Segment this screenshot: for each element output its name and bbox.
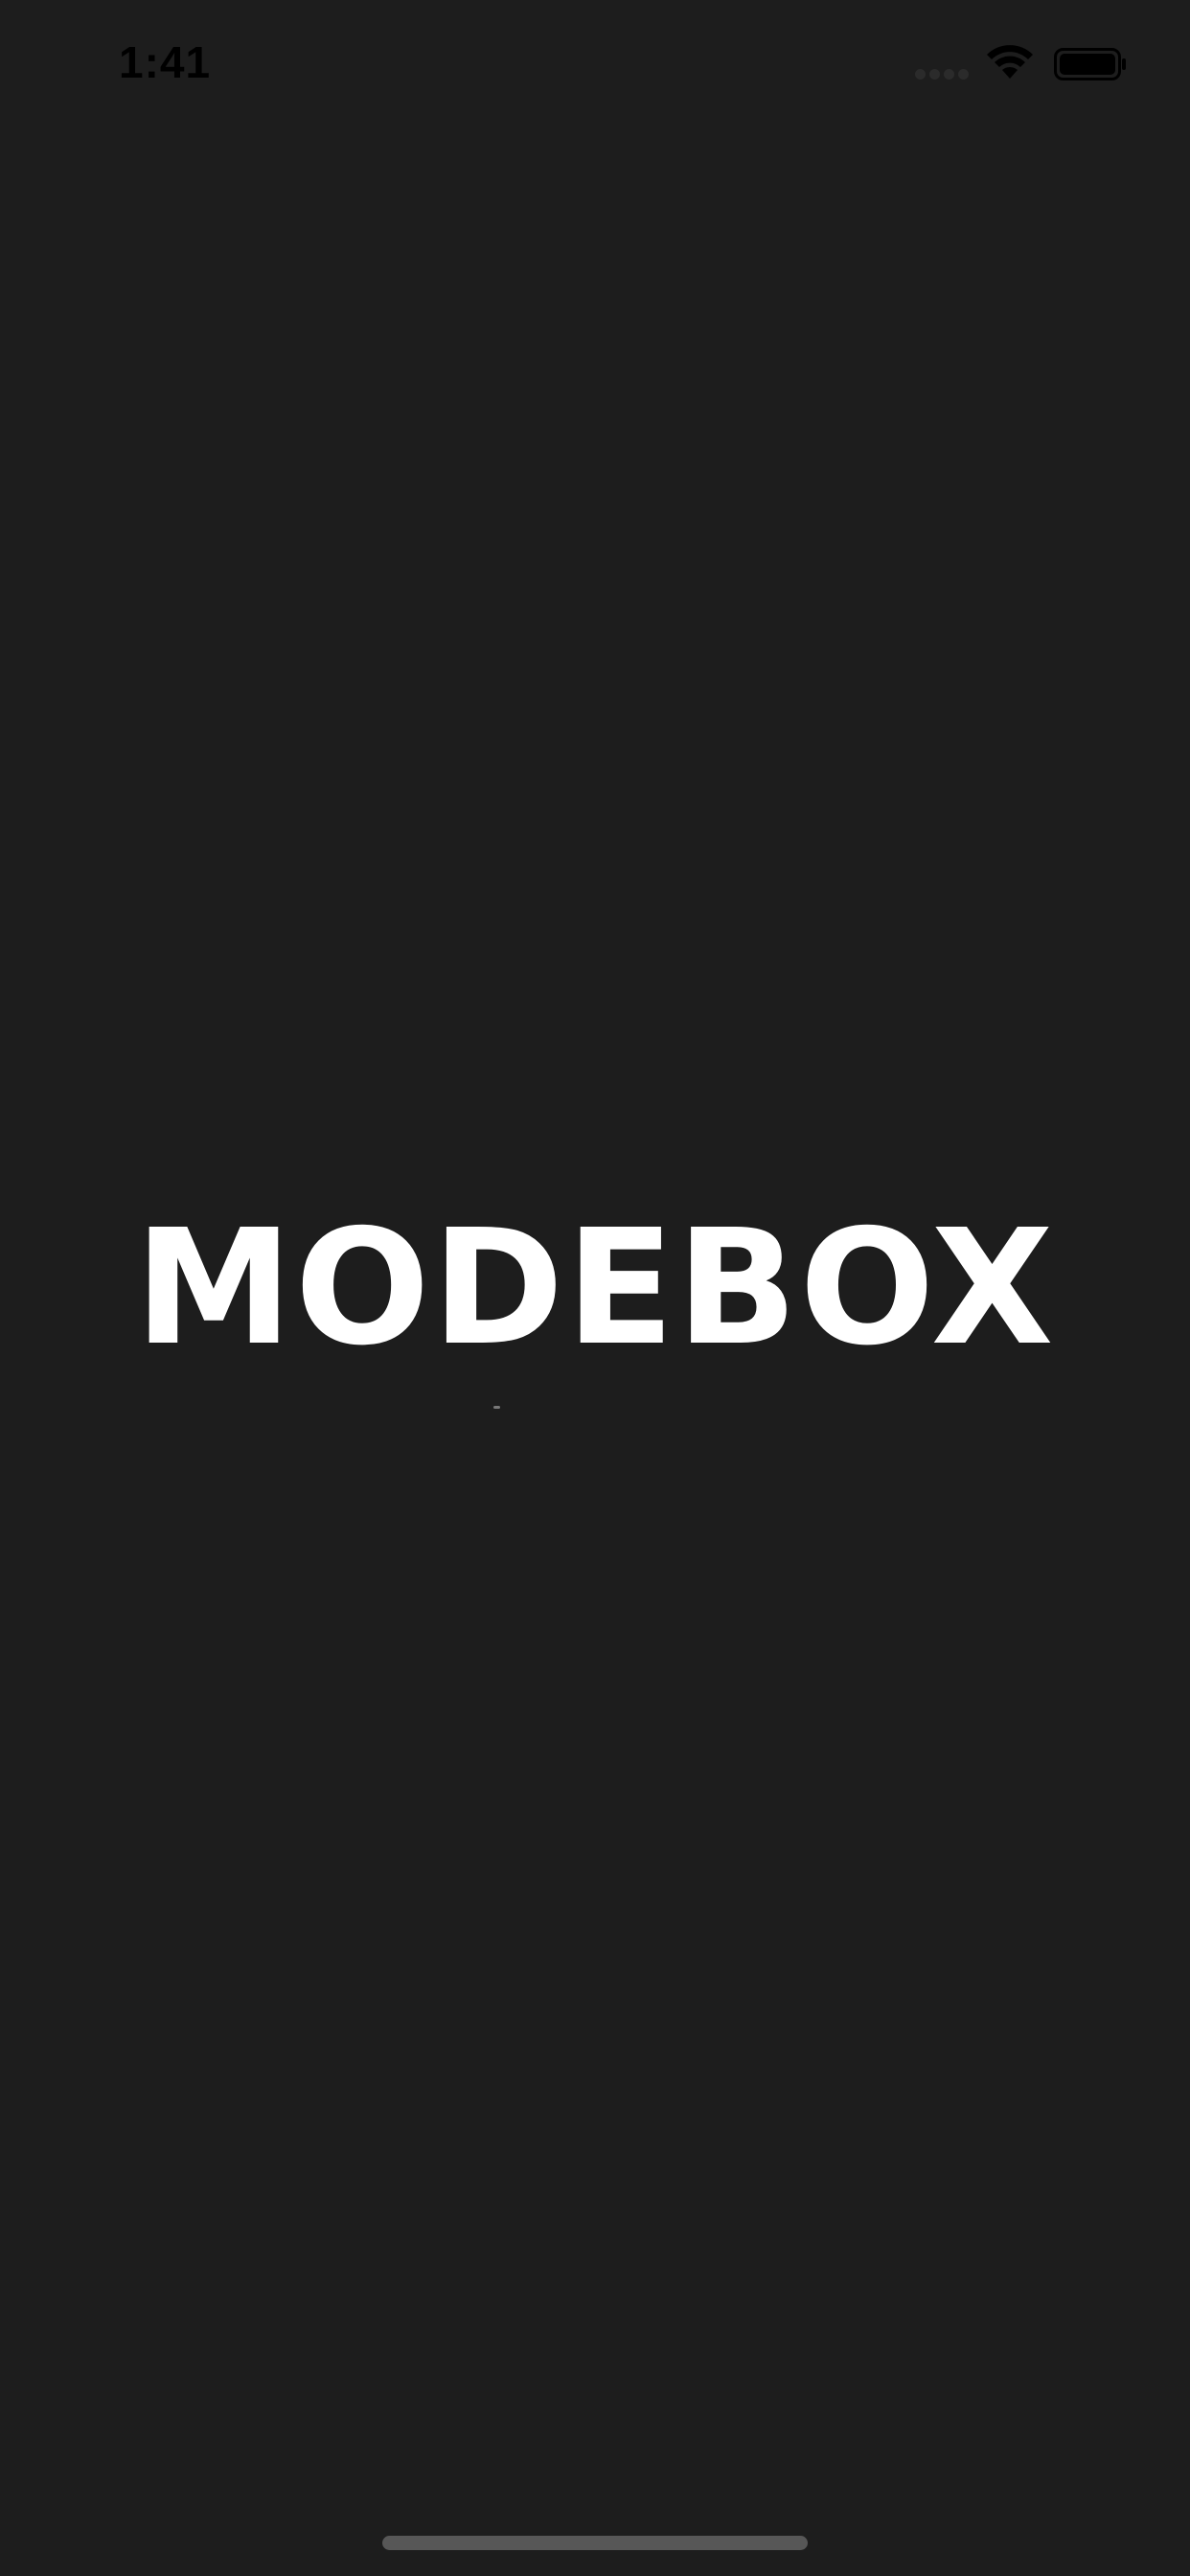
- status-time: 1:41: [119, 37, 212, 87]
- splash-screen: 1:41 MODEBOX: [0, 0, 1190, 2576]
- loading-indicator: [493, 1406, 500, 1409]
- app-logo: MODEBOX: [134, 1196, 1056, 1381]
- battery-icon: [1054, 48, 1126, 80]
- home-indicator[interactable]: [382, 2536, 808, 2550]
- signal-icon: [915, 69, 969, 82]
- wifi-icon: [987, 45, 1033, 79]
- status-bar: 1:41: [0, 0, 1190, 134]
